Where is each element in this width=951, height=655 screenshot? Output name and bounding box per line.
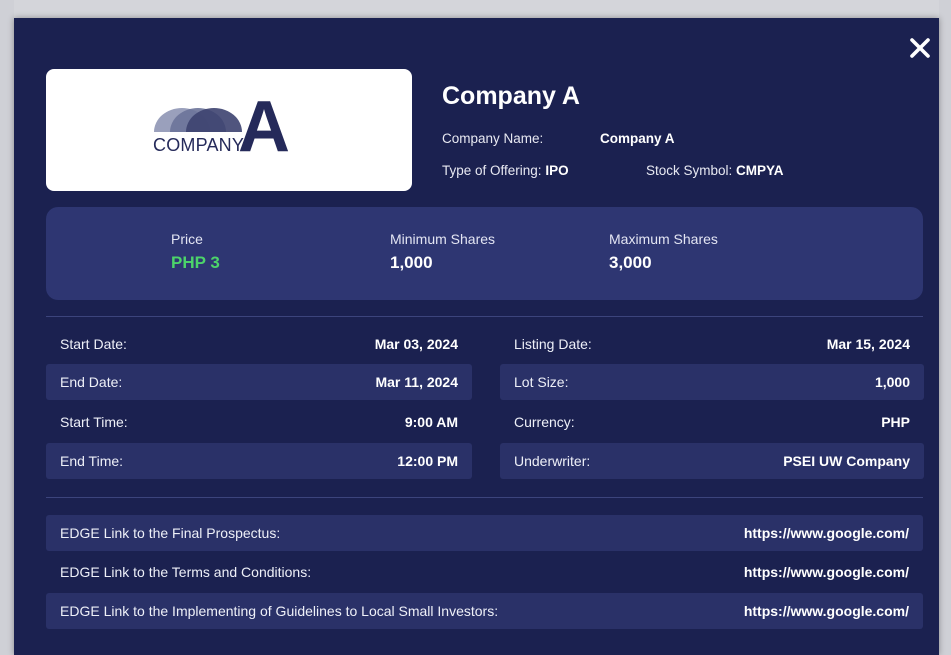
detail-row-currency: Currency: PHP bbox=[500, 404, 924, 440]
offering-type-label: Type of Offering: bbox=[442, 163, 546, 178]
detail-value: Mar 03, 2024 bbox=[374, 336, 458, 352]
company-logo: COMPANY A bbox=[46, 69, 412, 191]
detail-value: PHP bbox=[881, 414, 910, 430]
close-icon bbox=[910, 38, 930, 58]
terms-link[interactable]: https://www.google.com/ bbox=[744, 564, 909, 580]
maximum-shares-label: Maximum Shares bbox=[609, 231, 718, 247]
detail-label: Underwriter: bbox=[514, 453, 591, 469]
section-divider bbox=[46, 497, 923, 498]
logo-wordmark: COMPANY bbox=[153, 135, 245, 155]
detail-row-underwriter: Underwriter: PSEI UW Company bbox=[500, 443, 924, 479]
logo-letter: A bbox=[238, 87, 290, 167]
detail-row-start-time: Start Time: 9:00 AM bbox=[46, 404, 472, 440]
price-column: Price PHP 3 bbox=[171, 231, 220, 273]
section-divider bbox=[46, 316, 923, 317]
detail-row-listing-date: Listing Date: Mar 15, 2024 bbox=[500, 326, 924, 362]
prospectus-link[interactable]: https://www.google.com/ bbox=[744, 525, 909, 541]
detail-row-end-date: End Date: Mar 11, 2024 bbox=[46, 364, 472, 400]
detail-value: 12:00 PM bbox=[397, 453, 458, 469]
page-backdrop-right bbox=[939, 0, 951, 655]
link-row-guidelines: EDGE Link to the Implementing of Guideli… bbox=[46, 593, 923, 629]
link-label: EDGE Link to the Implementing of Guideli… bbox=[60, 603, 499, 619]
guidelines-link[interactable]: https://www.google.com/ bbox=[744, 603, 909, 619]
company-name-label: Company Name: bbox=[442, 131, 544, 146]
company-title: Company A bbox=[442, 82, 580, 110]
detail-label: Lot Size: bbox=[514, 374, 569, 390]
detail-row-end-time: End Time: 12:00 PM bbox=[46, 443, 472, 479]
stock-symbol-label: Stock Symbol: bbox=[646, 163, 737, 178]
maximum-shares-value: 3,000 bbox=[609, 253, 652, 272]
close-button[interactable] bbox=[907, 34, 933, 62]
offering-details-modal: COMPANY A Company A Company Name: Compan… bbox=[14, 18, 939, 655]
page-backdrop-left bbox=[0, 0, 14, 655]
detail-label: Start Time: bbox=[60, 414, 128, 430]
stock-symbol-row: Stock Symbol: CMPYA bbox=[646, 163, 784, 178]
maximum-shares-column: Maximum Shares 3,000 bbox=[609, 231, 718, 273]
company-name-row: Company Name: bbox=[442, 131, 543, 146]
offering-type-value: IPO bbox=[545, 163, 569, 178]
detail-label: End Time: bbox=[60, 453, 124, 469]
minimum-shares-value: 1,000 bbox=[390, 253, 433, 272]
link-row-final-prospectus: EDGE Link to the Final Prospectus: https… bbox=[46, 515, 923, 551]
pricing-panel: Price PHP 3 Minimum Shares 1,000 Maximum… bbox=[46, 207, 923, 300]
company-name-value-wrap: Company A bbox=[600, 131, 675, 146]
link-row-terms: EDGE Link to the Terms and Conditions: h… bbox=[46, 554, 923, 590]
detail-value: Mar 15, 2024 bbox=[826, 336, 910, 352]
detail-label: End Date: bbox=[60, 374, 123, 390]
link-label: EDGE Link to the Final Prospectus: bbox=[60, 525, 281, 541]
page-backdrop-top bbox=[0, 0, 951, 18]
detail-value: 1,000 bbox=[874, 374, 910, 390]
link-label: EDGE Link to the Terms and Conditions: bbox=[60, 564, 312, 580]
detail-label: Start Date: bbox=[60, 336, 127, 352]
price-label: Price bbox=[171, 231, 203, 247]
detail-row-start-date: Start Date: Mar 03, 2024 bbox=[46, 326, 472, 362]
minimum-shares-label: Minimum Shares bbox=[390, 231, 496, 247]
detail-value: PSEI UW Company bbox=[783, 453, 910, 469]
detail-value: Mar 11, 2024 bbox=[375, 374, 458, 390]
minimum-shares-column: Minimum Shares 1,000 bbox=[390, 231, 495, 273]
stock-symbol-value: CMPYA bbox=[736, 163, 784, 178]
price-value: PHP 3 bbox=[171, 253, 220, 272]
detail-label: Currency: bbox=[514, 414, 575, 430]
company-name-value: Company A bbox=[600, 131, 675, 146]
detail-row-lot-size: Lot Size: 1,000 bbox=[500, 364, 924, 400]
detail-value: 9:00 AM bbox=[404, 414, 458, 430]
detail-label: Listing Date: bbox=[514, 336, 592, 352]
offering-type-row: Type of Offering: IPO bbox=[442, 163, 569, 178]
logo-arcs-icon bbox=[154, 108, 242, 132]
